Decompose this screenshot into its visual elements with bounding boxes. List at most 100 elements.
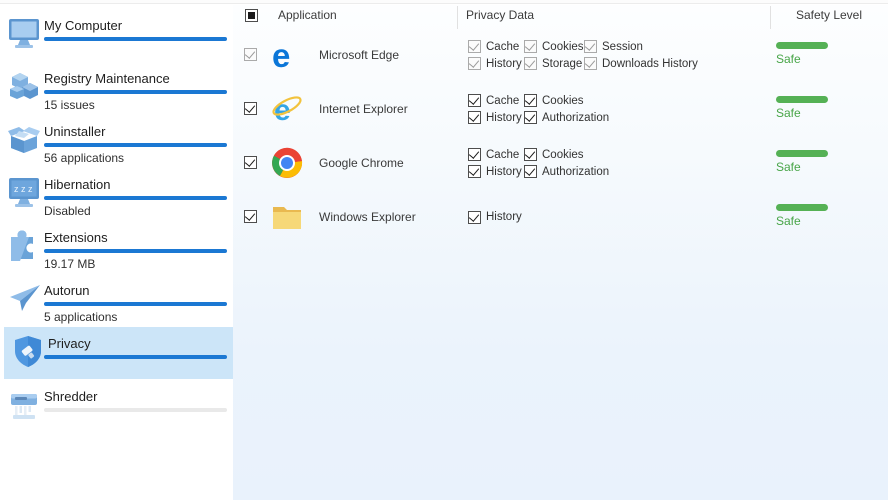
privacy-shield-icon: [10, 332, 46, 372]
sidebar-item-subtitle: 5 applications: [44, 310, 118, 324]
safety-level-bar: [776, 204, 828, 211]
sidebar-item-underline: [44, 143, 227, 147]
sidebar-item-label: Privacy: [48, 336, 91, 351]
explorer-history-checkbox[interactable]: [468, 210, 481, 224]
edge-row-checkbox[interactable]: [244, 48, 257, 62]
sidebar-item-subtitle: 56 applications: [44, 151, 125, 165]
ie-authorization-item: Authorization: [524, 111, 609, 124]
column-header-safety-level: Safety Level: [795, 8, 863, 22]
sidebar-item-uninstaller[interactable]: Uninstaller 56 applications: [0, 119, 233, 172]
sidebar-item-underline: [44, 355, 227, 359]
table-header: Application Privacy Data Safety Level: [233, 5, 888, 29]
sidebar-item-label: Registry Maintenance: [44, 71, 170, 86]
sidebar-item-label: My Computer: [44, 18, 123, 33]
sidebar-item-underline: [44, 90, 227, 94]
ie-cookies-item: Cookies: [524, 94, 584, 107]
chrome-history-checkbox[interactable]: [468, 165, 481, 178]
safety-indicator: Safe: [776, 42, 828, 66]
select-all-checkbox[interactable]: [245, 9, 258, 22]
sidebar-item-extensions[interactable]: Extensions 19.17 MB: [0, 225, 233, 278]
edge-cookies-item: Cookies: [524, 40, 584, 53]
table-row-microsoft-edge: e Microsoft Edge Cache Cookies Session H…: [233, 28, 888, 82]
sidebar-item-label: Autorun: [44, 283, 90, 298]
chrome-icon: [271, 147, 303, 179]
table-row-google-chrome: Google Chrome Cache Cookies History Auth…: [233, 136, 888, 190]
edge-session-checkbox[interactable]: [584, 40, 597, 53]
safety-level-bar: [776, 150, 828, 157]
checkbox-label: Cookies: [542, 94, 584, 107]
sidebar-item-my-computer[interactable]: My Computer: [0, 13, 233, 66]
windows-explorer-row-checkbox[interactable]: [244, 210, 257, 224]
checkbox-label: History: [486, 57, 522, 70]
ie-cache-checkbox[interactable]: [468, 94, 481, 107]
edge-downloads-history-item: Downloads History: [584, 57, 770, 70]
sidebar-item-subtitle: 19.17 MB: [44, 257, 96, 271]
checkbox-label: Authorization: [542, 111, 610, 124]
ie-history-checkbox[interactable]: [468, 111, 481, 124]
sidebar-item-underline: [44, 302, 227, 306]
chrome-authorization-item: Authorization: [524, 165, 609, 178]
uninstaller-icon: [6, 120, 42, 160]
application-name: Google Chrome: [319, 156, 404, 170]
ie-authorization-checkbox[interactable]: [524, 111, 537, 124]
sidebar-item-label: Extensions: [44, 230, 108, 245]
sidebar-item-registry-maintenance[interactable]: Registry Maintenance 15 issues: [0, 66, 233, 119]
chrome-cookies-item: Cookies: [524, 148, 584, 161]
explorer-history-item: History: [468, 210, 770, 224]
folder-icon: [271, 201, 303, 233]
column-header-application: Application: [278, 8, 337, 22]
checkbox-label: Downloads History: [602, 57, 698, 70]
sidebar-item-hibernation[interactable]: z z z Hibernation Disabled: [0, 172, 233, 225]
ie-cookies-checkbox[interactable]: [524, 94, 537, 107]
chrome-history-item: History: [468, 165, 524, 178]
sidebar-item-label: Uninstaller: [44, 124, 106, 139]
edge-downloads-history-checkbox[interactable]: [584, 57, 597, 70]
sidebar-item-subtitle: Disabled: [44, 204, 91, 218]
edge-cookies-checkbox[interactable]: [524, 40, 537, 53]
checkbox-label: Session: [602, 40, 643, 53]
ie-row-checkbox[interactable]: [244, 102, 257, 116]
edge-history-checkbox[interactable]: [468, 57, 481, 70]
chrome-cache-checkbox[interactable]: [468, 148, 481, 161]
extensions-icon: [6, 226, 42, 266]
chrome-cookies-checkbox[interactable]: [524, 148, 537, 161]
safety-level-label: Safe: [776, 214, 801, 228]
checkbox-label: Cookies: [542, 148, 584, 161]
application-name: Internet Explorer: [319, 102, 408, 116]
checkbox-label: Storage: [542, 57, 583, 70]
safety-level-label: Safe: [776, 106, 801, 120]
window-top-border: [0, 0, 888, 4]
sidebar-item-underline: [44, 408, 227, 412]
sidebar-item-label: Hibernation: [44, 177, 111, 192]
ie-cache-item: Cache: [468, 94, 524, 107]
sidebar-item-privacy[interactable]: Privacy: [4, 327, 233, 379]
chrome-row-checkbox[interactable]: [244, 156, 257, 170]
table-row-windows-explorer: Windows Explorer History Safe: [233, 190, 888, 244]
table-row-internet-explorer: e Internet Explorer Cache Cookies Histor…: [233, 82, 888, 136]
safety-indicator: Safe: [776, 204, 828, 228]
edge-icon: e: [271, 39, 303, 71]
edge-cache-item: Cache: [468, 40, 524, 53]
sidebar-item-shredder[interactable]: Shredder: [0, 384, 233, 437]
app-window: My Computer Registry Maintenance 15 issu…: [0, 0, 888, 500]
shredder-icon: [6, 385, 42, 425]
autorun-icon: [6, 279, 42, 319]
edge-storage-item: Storage: [524, 57, 584, 70]
checkbox-label: Authorization: [542, 165, 610, 178]
sidebar: My Computer Registry Maintenance 15 issu…: [0, 5, 233, 500]
sidebar-item-label: Shredder: [44, 389, 98, 404]
sidebar-item-subtitle: 15 issues: [44, 98, 95, 112]
sidebar-item-underline: [44, 37, 227, 41]
chrome-authorization-checkbox[interactable]: [524, 165, 537, 178]
privacy-panel: Application Privacy Data Safety Level e …: [233, 5, 888, 500]
checkbox-label: Cookies: [542, 40, 584, 53]
safety-level-bar: [776, 42, 828, 49]
edge-storage-checkbox[interactable]: [524, 57, 537, 70]
checkbox-label: History: [486, 165, 522, 178]
sidebar-item-autorun[interactable]: Autorun 5 applications: [0, 278, 233, 331]
svg-text:z z z: z z z: [14, 184, 33, 194]
edge-cache-checkbox[interactable]: [468, 40, 481, 53]
checkbox-label: Cache: [486, 94, 520, 107]
application-name: Windows Explorer: [319, 210, 416, 224]
computer-icon: [6, 14, 42, 54]
